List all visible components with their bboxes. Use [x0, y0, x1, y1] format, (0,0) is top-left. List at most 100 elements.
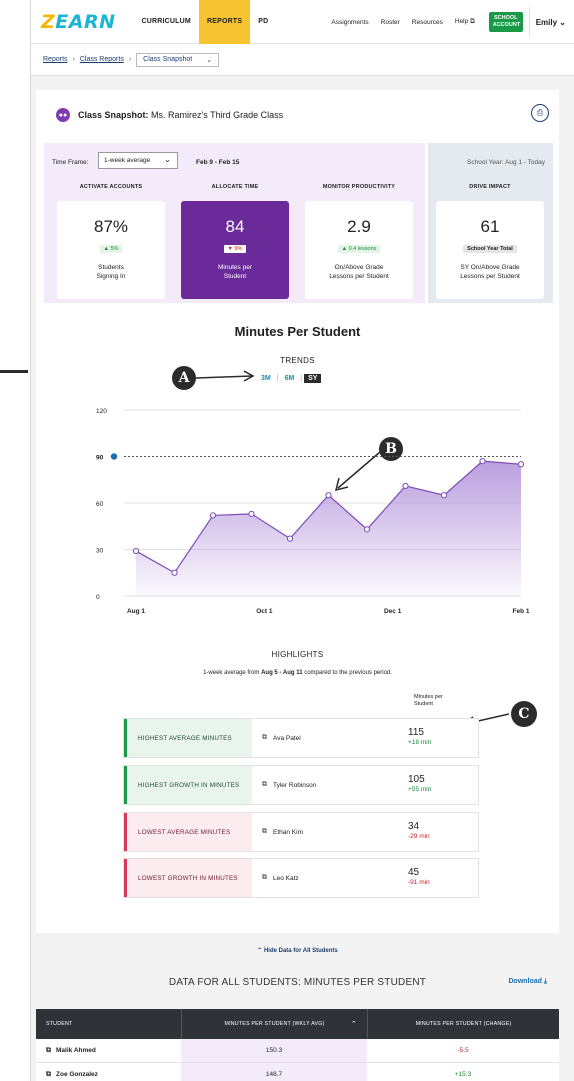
highlights-column-header-line1: Minutes per [414, 694, 443, 700]
nav-pd[interactable]: PD [250, 0, 276, 44]
trends-label: TRENDS [280, 356, 315, 365]
nav-help[interactable]: Help ⧉ [449, 18, 481, 26]
download-label: Download [508, 978, 542, 985]
metric-label: Minutes per Student [181, 264, 289, 281]
report-type-value: Class Snapshot [143, 56, 193, 63]
range-3m-button[interactable]: 3M [257, 374, 275, 383]
chevron-down-icon: ⌄ [164, 155, 171, 164]
student-link[interactable]: ⧉ Malik Ahmed [36, 1039, 181, 1062]
breadcrumb-reports[interactable]: Reports [43, 56, 68, 63]
user-menu[interactable]: Emily ⌄ [530, 18, 574, 27]
zearn-logo[interactable]: ZEARN [41, 11, 116, 33]
breadcrumb-separator: › [72, 56, 75, 63]
data-point [402, 482, 409, 490]
callout-marker-a: A [172, 366, 196, 390]
all-students-section: ⌃ Hide Data for All Students DATA FOR AL… [36, 933, 559, 1081]
table-title: DATA FOR ALL STUDENTS: MINUTES PER STUDE… [168, 977, 427, 988]
top-nav: ZEARN CURRICULUM REPORTS PD Assignments … [31, 0, 574, 44]
external-link-icon: ⧉ [46, 1046, 51, 1054]
column-header-change[interactable]: MINUTES PER STUDENT (CHANGE) [367, 1009, 559, 1039]
nav-reports[interactable]: REPORTS [198, 0, 251, 44]
school-account-button[interactable]: SCHOOL ACCOUNT [488, 12, 523, 32]
hide-data-label: Hide Data for All Students [263, 948, 338, 954]
highlight-student-link[interactable]: ⧉ Tyler Robinson [252, 766, 402, 804]
highlight-value-number: 45 [408, 867, 420, 878]
range-sy-button[interactable]: SY [304, 374, 322, 383]
data-point [209, 512, 217, 519]
nav-assignments[interactable]: Assignments [325, 19, 374, 26]
metric-card-sy-lessons[interactable]: 61 School Year Total SY On/Above Grade Le… [436, 201, 544, 299]
highlights-title: HIGHLIGHTS [271, 650, 324, 659]
highlights-subtitle: 1-week average from Aug 5 - Aug 11 compa… [36, 670, 559, 676]
table-header: STUDENT MINUTES PER STUDENT (WKLY AVG) ⌃ … [36, 1009, 559, 1039]
metric-label-line2: Signing In [96, 272, 126, 280]
weekly-avg-cell: 148.7 [181, 1063, 367, 1081]
metric-delta: ▲ 0.4 lessons [337, 245, 381, 253]
metric-delta: School Year Total [463, 245, 517, 253]
highlight-category: HIGHEST AVERAGE MINUTES [124, 719, 252, 757]
external-link-icon: ⧉ [262, 874, 267, 881]
highlight-value-number: 105 [408, 774, 425, 785]
highlight-student-name: Ava Patel [273, 734, 301, 742]
table-row: ⧉ Malik Ahmed 150.3 -5.5 [36, 1039, 559, 1063]
user-name: Emily [535, 17, 558, 27]
student-link[interactable]: ⧉ Zoe Gonzalez [36, 1063, 181, 1081]
hide-data-link[interactable]: ⌃ Hide Data for All Students [36, 947, 559, 954]
highlight-category: HIGHEST GROWTH IN MINUTES [124, 766, 252, 804]
timeframe-range: Feb 9 - Feb 15 [196, 159, 240, 166]
highlight-student-link[interactable]: ⧉ Ava Patel [252, 719, 402, 757]
breadcrumb: Reports › Class Reports › Class Snapshot… [31, 44, 574, 76]
timeframe-select[interactable]: 1-week average ⌄ [98, 152, 178, 169]
y-tick-label: 30 [96, 548, 104, 555]
column-allocate-time: ALLOCATE TIME [211, 184, 259, 190]
highlight-student-link[interactable]: ⧉ Leo Katz [252, 859, 402, 897]
highlight-row: LOWEST GROWTH IN MINUTES ⧉ Leo Katz 45 -91… [123, 858, 479, 898]
data-point [132, 547, 140, 555]
metric-label-line2: Student [223, 272, 247, 280]
weekly-avg-cell: 150.3 [181, 1039, 367, 1062]
metric-card-minutes[interactable]: 84 ▼ 9% Minutes per Student [181, 201, 289, 299]
range-selector: 3M | 6M | SY [257, 374, 322, 383]
highlight-value-delta: +55 min [408, 786, 432, 793]
download-button[interactable]: Download ⤓ [508, 978, 547, 986]
metric-card-lessons[interactable]: 2.9 ▲ 0.4 lessons On/Above Grade Lessons … [305, 201, 413, 299]
external-link-icon: ⧉ [262, 828, 267, 835]
highlight-value: 45 -91 min [402, 859, 478, 897]
x-tick-label: Aug 1 [127, 608, 145, 615]
nav-resources[interactable]: Resources [406, 19, 449, 26]
range-6m-button[interactable]: 6M [281, 374, 299, 383]
metric-delta: ▼ 9% [223, 245, 247, 253]
external-link-icon: ⧉ [46, 1070, 51, 1078]
nav-right-group: Assignments Roster Resources Help ⧉ SCHO… [325, 0, 574, 44]
column-header-student[interactable]: STUDENT [36, 1009, 181, 1039]
report-type-select[interactable]: Class Snapshot ⌄ [136, 52, 220, 67]
highlight-student-link[interactable]: ⧉ Ethan Kim [252, 813, 402, 851]
snapshot-card: ●● Class Snapshot: Ms. Ramirez's Third G… [36, 90, 559, 1081]
highlight-value-number: 115 [408, 727, 424, 738]
external-link-icon: ⧉ [470, 18, 475, 25]
highlight-student-name: Ethan Kim [273, 828, 303, 836]
student-name: Malik Ahmed [56, 1047, 96, 1054]
highlight-value: 105 +55 min [402, 766, 478, 804]
metric-card-signing-in[interactable]: 87% ▲ 5% Students Signing In [57, 201, 165, 299]
x-tick-label: Oct 1 [256, 608, 273, 615]
nav-roster[interactable]: Roster [375, 19, 406, 26]
highlights-subtitle-pre: 1-week average from [203, 670, 262, 676]
nav-curriculum[interactable]: CURRICULUM [134, 0, 199, 44]
highlight-value-number: 34 [408, 821, 420, 832]
page-title: ●● Class Snapshot: Ms. Ramirez's Third G… [56, 108, 283, 122]
metric-value: 2.9 [347, 217, 371, 236]
breadcrumb-class-reports[interactable]: Class Reports [80, 56, 124, 63]
highlights-column-header: Minutes per Student [414, 694, 443, 708]
minutes-chart[interactable]: 0 30 60 90 120 Aug 1 Oct 1 Dec 1 Feb 1 [66, 400, 536, 620]
highlight-category: LOWEST AVERAGE MINUTES [124, 813, 252, 851]
range-divider: | [300, 375, 303, 382]
metric-label: On/Above Grade Lessons per Student [305, 264, 413, 281]
y-tick-label: 90 [96, 455, 104, 462]
nav-help-label: Help [454, 18, 469, 25]
print-icon[interactable]: ⎙ [531, 104, 549, 122]
student-name: Zoe Gonzalez [56, 1071, 98, 1078]
highlight-row: LOWEST AVERAGE MINUTES ⧉ Ethan Kim 34 -29 … [123, 812, 479, 852]
school-year-value: Aug 1 - Today [505, 159, 545, 166]
column-header-weekly-avg[interactable]: MINUTES PER STUDENT (WKLY AVG) ⌃ [181, 1009, 367, 1039]
